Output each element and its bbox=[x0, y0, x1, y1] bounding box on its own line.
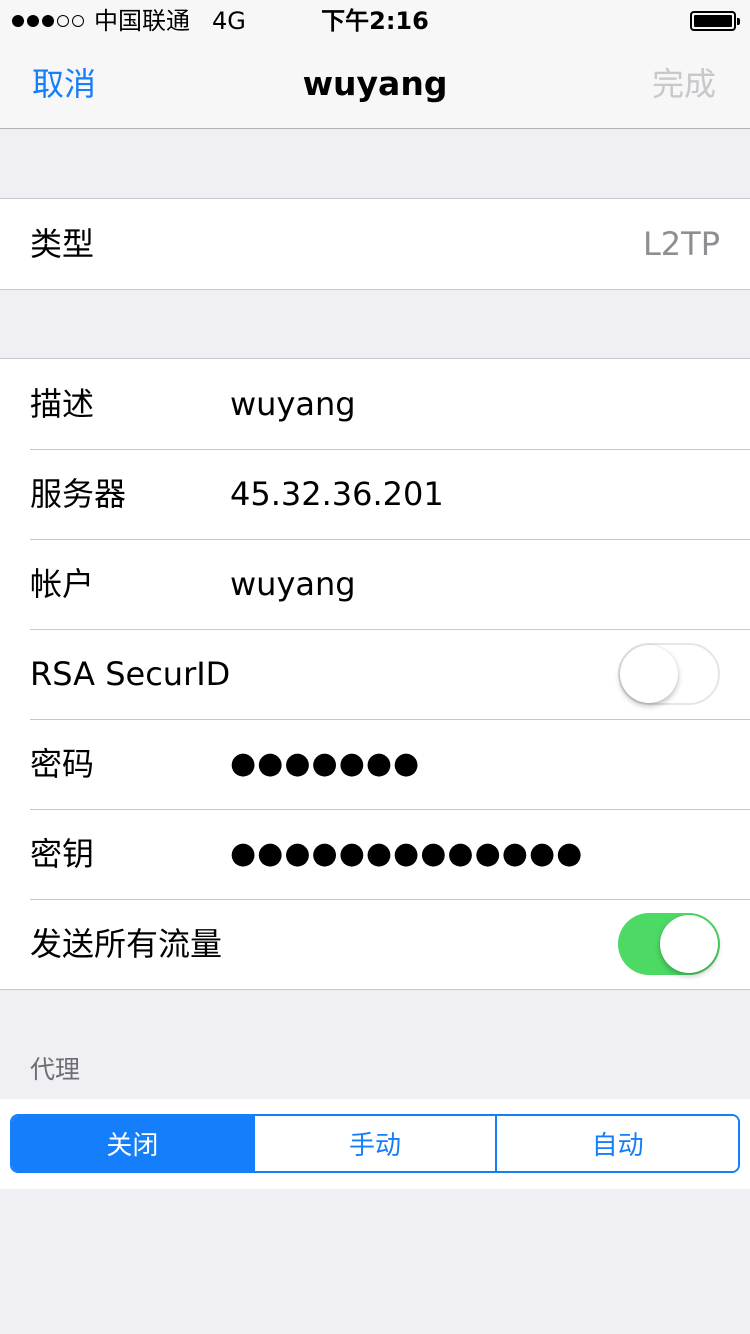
server-row: 服务器 45.32.36.201 bbox=[0, 449, 750, 539]
server-field[interactable]: 45.32.36.201 bbox=[230, 474, 444, 514]
proxy-segmented-control: 关闭 手动 自动 bbox=[10, 1114, 740, 1173]
type-row[interactable]: 类型 L2TP bbox=[0, 199, 750, 289]
proxy-option-auto[interactable]: 自动 bbox=[495, 1116, 738, 1171]
server-label: 服务器 bbox=[30, 475, 127, 513]
rsa-securid-row: RSA SecurID bbox=[0, 629, 750, 719]
proxy-option-manual[interactable]: 手动 bbox=[252, 1116, 496, 1171]
status-bar: 中国联通 4G 下午2:16 bbox=[0, 0, 750, 40]
rsa-securid-label: RSA SecurID bbox=[30, 655, 231, 693]
page-title: wuyang bbox=[302, 64, 448, 103]
battery-icon bbox=[690, 11, 740, 31]
account-row: 帐户 wuyang bbox=[0, 539, 750, 629]
send-all-traffic-toggle[interactable] bbox=[618, 913, 720, 975]
type-label: 类型 bbox=[30, 225, 95, 263]
type-value: L2TP bbox=[642, 225, 720, 263]
status-time: 下午2:16 bbox=[321, 7, 429, 35]
rsa-securid-toggle[interactable] bbox=[618, 643, 720, 705]
proxy-group: 关闭 手动 自动 bbox=[0, 1099, 750, 1189]
send-all-traffic-row: 发送所有流量 bbox=[0, 899, 750, 989]
navigation-bar: 取消 wuyang 完成 bbox=[0, 40, 750, 129]
description-field[interactable]: wuyang bbox=[230, 384, 356, 424]
description-label: 描述 bbox=[30, 385, 95, 423]
account-label: 帐户 bbox=[30, 565, 95, 603]
proxy-option-off[interactable]: 关闭 bbox=[12, 1116, 253, 1171]
password-label: 密码 bbox=[30, 745, 95, 783]
toggle-knob bbox=[620, 645, 678, 703]
secret-row: 密钥 ●●●●●●●●●●●●● bbox=[0, 809, 750, 899]
secret-field[interactable]: ●●●●●●●●●●●●● bbox=[230, 834, 583, 874]
done-button[interactable]: 完成 bbox=[652, 64, 716, 104]
toggle-knob bbox=[660, 915, 718, 973]
vpn-settings-group: 描述 wuyang 服务器 45.32.36.201 帐户 wuyang RSA… bbox=[0, 358, 750, 990]
description-row: 描述 wuyang bbox=[0, 359, 750, 449]
password-row: 密码 ●●●●●●● bbox=[0, 719, 750, 809]
type-group: 类型 L2TP bbox=[0, 198, 750, 290]
secret-label: 密钥 bbox=[30, 835, 95, 873]
account-field[interactable]: wuyang bbox=[230, 564, 356, 604]
send-all-traffic-label: 发送所有流量 bbox=[30, 925, 223, 963]
password-field[interactable]: ●●●●●●● bbox=[230, 744, 420, 784]
proxy-section-header: 代理 bbox=[30, 1055, 81, 1084]
